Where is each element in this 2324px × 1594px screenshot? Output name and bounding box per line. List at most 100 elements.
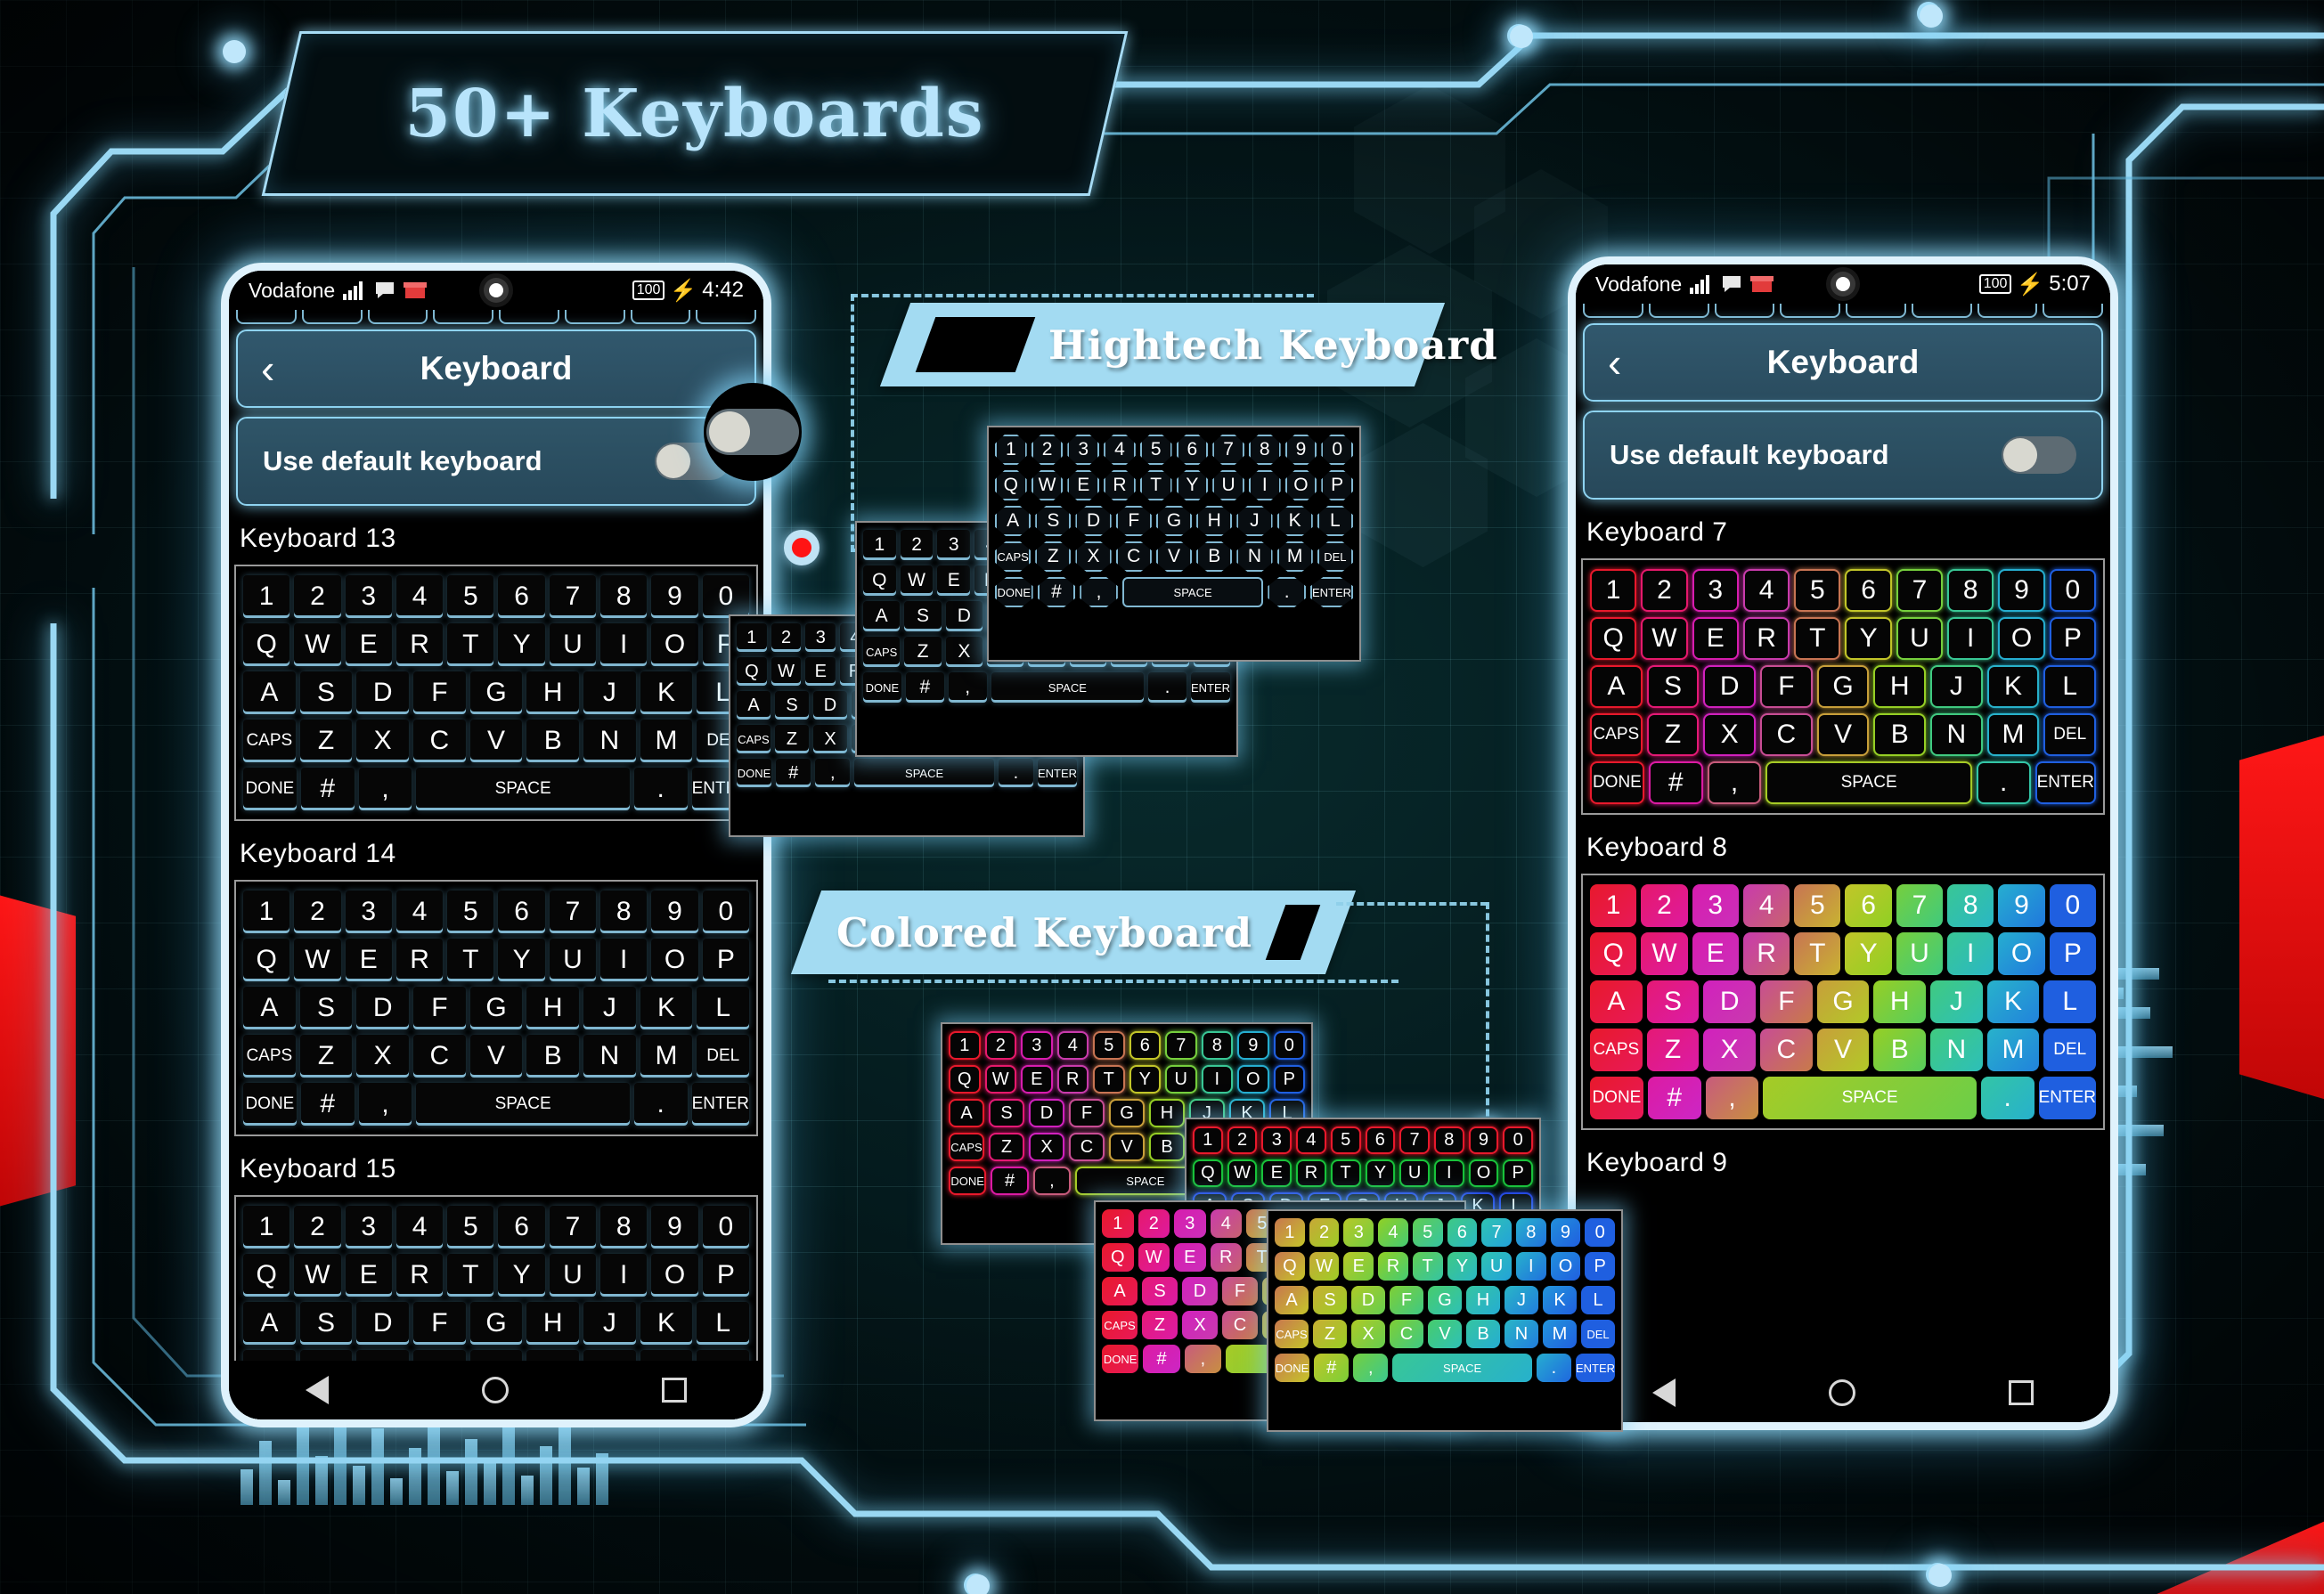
key-k[interactable]: K	[640, 1302, 693, 1345]
key-w[interactable]: W	[1641, 932, 1688, 975]
key-a[interactable]: A	[1590, 665, 1643, 708]
key-j[interactable]: J	[1930, 665, 1983, 708]
key-z[interactable]: Z	[1142, 1311, 1178, 1339]
key-t[interactable]: T	[1139, 470, 1172, 500]
key-u[interactable]: U	[549, 1254, 597, 1297]
key-e[interactable]: E	[1021, 1065, 1053, 1094]
key-7[interactable]: 7	[549, 575, 597, 618]
key-f[interactable]: F	[413, 1302, 466, 1345]
keyboard-preview-8[interactable]: 1 2 3 4 5 6 7 8 9 0 Q W E R T Y U I O P A S D F G H J K L CAPS Z X C V B N M…	[1581, 874, 2105, 1130]
key-3[interactable]: 3	[1174, 1209, 1206, 1238]
key-2[interactable]: 2	[984, 1031, 1016, 1060]
key-5[interactable]: 5	[447, 1206, 494, 1248]
key-caps[interactable]: CAPS	[243, 1035, 296, 1078]
key-1[interactable]: 1	[243, 575, 290, 618]
key-4[interactable]: 4	[1210, 1209, 1242, 1238]
key-h[interactable]: H	[1873, 665, 1927, 708]
key-2[interactable]: 2	[294, 1206, 341, 1248]
key-0[interactable]: 0	[1273, 1031, 1305, 1060]
key-p[interactable]: P	[702, 939, 749, 981]
key-[interactable]: ,	[1707, 761, 1762, 804]
key-n[interactable]: N	[1504, 1320, 1538, 1348]
default-keyboard-row-left[interactable]: Use default keyboard	[236, 417, 756, 506]
key-9[interactable]: 9	[1237, 1031, 1269, 1060]
key-space[interactable]: SPACE	[416, 768, 630, 810]
key-caps[interactable]: CAPS	[949, 1133, 984, 1161]
key-[interactable]: #	[776, 759, 811, 787]
key-enter[interactable]: ENTER	[2035, 761, 2097, 804]
key-u[interactable]: U	[1896, 617, 1944, 660]
key-g[interactable]: G	[469, 671, 523, 714]
key-f[interactable]: F	[413, 671, 466, 714]
key-[interactable]: ,	[358, 1083, 412, 1126]
key-x[interactable]: X	[1703, 713, 1757, 756]
home-circle-icon[interactable]	[1829, 1379, 1855, 1406]
key-s[interactable]: S	[1035, 506, 1072, 536]
key-b[interactable]: B	[526, 720, 580, 762]
key-del[interactable]: DEL	[2043, 1029, 2097, 1071]
key-3[interactable]: 3	[345, 575, 392, 618]
key-[interactable]: ,	[1353, 1354, 1389, 1382]
key-z[interactable]: Z	[1313, 1320, 1347, 1348]
key-6[interactable]: 6	[1129, 1031, 1161, 1060]
key-d[interactable]: D	[1351, 1286, 1385, 1314]
key-a[interactable]: A	[949, 1099, 984, 1127]
key-e[interactable]: E	[345, 1254, 392, 1297]
key-a[interactable]: A	[243, 1302, 296, 1345]
key-y[interactable]: Y	[1845, 932, 1892, 975]
key-y[interactable]: Y	[1365, 1159, 1396, 1187]
key-3[interactable]: 3	[345, 1206, 392, 1248]
key-b[interactable]: B	[1196, 541, 1233, 572]
key-[interactable]: #	[1648, 761, 1703, 804]
key-z[interactable]: Z	[904, 637, 942, 667]
key-h[interactable]: H	[1873, 980, 1927, 1023]
key-a[interactable]: A	[1275, 1286, 1309, 1314]
key-s[interactable]: S	[299, 987, 353, 1029]
key-a[interactable]: A	[737, 691, 771, 720]
key-enter[interactable]: ENTER	[2038, 1077, 2097, 1119]
key-w[interactable]: W	[1641, 617, 1688, 660]
key-8[interactable]: 8	[1947, 569, 1994, 612]
key-k[interactable]: K	[1276, 506, 1313, 536]
key-q[interactable]: Q	[243, 1254, 290, 1297]
key-x[interactable]: X	[1703, 1029, 1757, 1071]
key-8[interactable]: 8	[600, 1206, 648, 1248]
key-6[interactable]: 6	[498, 1206, 545, 1248]
key-[interactable]: #	[1314, 1354, 1350, 1382]
key-f[interactable]: F	[413, 987, 466, 1029]
key-u[interactable]: U	[1212, 470, 1244, 500]
key-[interactable]: #	[905, 672, 944, 703]
key-del[interactable]: DEL	[1581, 1320, 1615, 1348]
key-t[interactable]: T	[447, 623, 494, 666]
key-space[interactable]: SPACE	[1121, 577, 1264, 607]
key-b[interactable]: B	[1466, 1320, 1500, 1348]
key-s[interactable]: S	[1142, 1277, 1178, 1305]
key-o[interactable]: O	[1998, 617, 2045, 660]
key-9[interactable]: 9	[1284, 435, 1317, 465]
key-5[interactable]: 5	[1330, 1126, 1361, 1154]
key-e[interactable]: E	[1067, 470, 1100, 500]
key-1[interactable]: 1	[737, 623, 767, 652]
key-4[interactable]: 4	[395, 575, 444, 618]
key-x[interactable]: X	[813, 725, 847, 753]
key-1[interactable]: 1	[949, 1031, 981, 1060]
key-u[interactable]: U	[1896, 932, 1944, 975]
key-e[interactable]: E	[805, 657, 836, 686]
key-enter[interactable]: ENTER	[1309, 577, 1354, 607]
key-[interactable]: #	[991, 1167, 1029, 1195]
back-triangle-icon[interactable]	[1652, 1378, 1676, 1407]
key-4[interactable]: 4	[1296, 1126, 1326, 1154]
back-triangle-icon[interactable]	[306, 1376, 329, 1404]
key-y[interactable]: Y	[1845, 617, 1892, 660]
key-3[interactable]: 3	[345, 891, 392, 933]
key-[interactable]: .	[1268, 577, 1306, 607]
key-9[interactable]: 9	[1468, 1126, 1499, 1154]
key-n[interactable]: N	[583, 720, 636, 762]
key-o[interactable]: O	[651, 623, 698, 666]
key-i[interactable]: I	[1248, 470, 1281, 500]
recents-square-icon[interactable]	[662, 1378, 687, 1403]
key-4[interactable]: 4	[1378, 1218, 1408, 1247]
key-i[interactable]: I	[600, 623, 648, 666]
key-k[interactable]: K	[640, 671, 693, 714]
key-done[interactable]: DONE	[1590, 761, 1644, 804]
